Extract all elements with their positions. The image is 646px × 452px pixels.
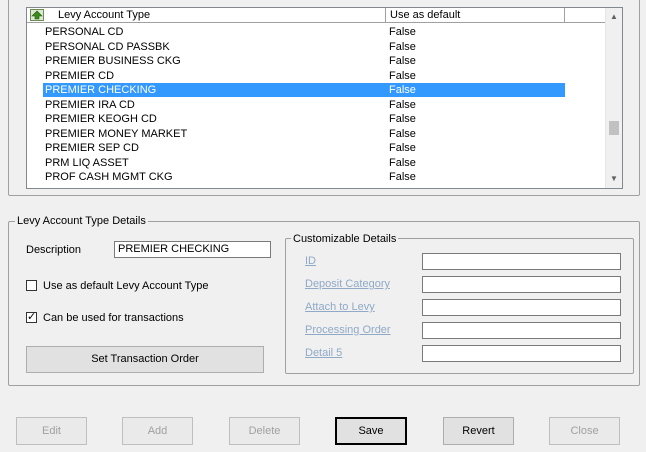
scrollbar-thumb[interactable] xyxy=(609,121,619,135)
transactions-label: Can be used for transactions xyxy=(43,312,184,324)
table-row[interactable]: PREMIER KEOGH CD False xyxy=(27,112,605,127)
processing-order-field[interactable] xyxy=(422,322,621,339)
details-group-title: Levy Account Type Details xyxy=(15,215,148,227)
table-row-selected[interactable]: PREMIER CHECKING False xyxy=(27,83,605,98)
deposit-category-label: Deposit Category xyxy=(305,278,390,290)
scroll-up-icon[interactable]: ▲ xyxy=(606,8,622,25)
attach-to-levy-label: Attach to Levy xyxy=(305,301,375,313)
id-label: ID xyxy=(305,255,316,267)
table-row[interactable]: PREMIER IRA CD False xyxy=(27,98,605,113)
grid-header: Levy Account Type Use as default xyxy=(27,8,605,24)
table-row[interactable]: PREMIER CD False xyxy=(27,69,605,84)
customizable-details-title: Customizable Details xyxy=(291,233,399,245)
save-button[interactable]: Save xyxy=(335,417,407,445)
set-transaction-order-button[interactable]: Set Transaction Order xyxy=(26,346,264,373)
description-field[interactable]: PREMIER CHECKING xyxy=(114,241,271,258)
id-field[interactable] xyxy=(422,253,621,270)
description-label: Description xyxy=(26,244,82,256)
grid-rows: PERSONAL CD False PERSONAL CD PASSBK False… xyxy=(27,25,605,185)
use-default-checkbox[interactable] xyxy=(26,280,37,291)
attach-to-levy-field[interactable] xyxy=(422,299,621,316)
table-row[interactable]: PROF CASH MGMT CKG False xyxy=(27,170,605,185)
add-button[interactable]: Add xyxy=(122,417,193,445)
checkmark-icon: ✓ xyxy=(27,311,37,323)
detail-5-field[interactable] xyxy=(422,345,621,362)
processing-order-label: Processing Order xyxy=(305,324,391,336)
close-button[interactable]: Close xyxy=(549,417,620,445)
column-header-filler xyxy=(565,8,605,23)
table-row[interactable]: PREMIER MONEY MARKET False xyxy=(27,127,605,142)
detail-5-label: Detail 5 xyxy=(305,347,343,359)
table-row[interactable]: PERSONAL CD False xyxy=(27,25,605,40)
sort-up-arrow-icon[interactable] xyxy=(30,9,44,21)
scroll-down-icon[interactable]: ▼ xyxy=(606,170,622,187)
column-header-levy-account-type[interactable]: Levy Account Type xyxy=(27,8,386,23)
deposit-category-field[interactable] xyxy=(422,276,621,293)
revert-button[interactable]: Revert xyxy=(443,417,514,445)
column-header-use-as-default[interactable]: Use as default xyxy=(386,8,565,23)
table-row[interactable]: PRM LIQ ASSET False xyxy=(27,156,605,171)
edit-button[interactable]: Edit xyxy=(16,417,87,445)
table-row[interactable]: PERSONAL CD PASSBK False xyxy=(27,40,605,55)
use-default-label: Use as default Levy Account Type xyxy=(43,280,209,292)
delete-button[interactable]: Delete xyxy=(229,417,300,445)
grid-vertical-scrollbar[interactable]: ▲ ▼ xyxy=(605,8,622,188)
transactions-checkbox[interactable]: ✓ xyxy=(26,312,37,323)
table-row[interactable]: PREMIER SEP CD False xyxy=(27,141,605,156)
table-row[interactable]: PREMIER BUSINESS CKG False xyxy=(27,54,605,69)
levy-account-type-grid[interactable]: Levy Account Type Use as default PERSONA… xyxy=(26,7,623,189)
